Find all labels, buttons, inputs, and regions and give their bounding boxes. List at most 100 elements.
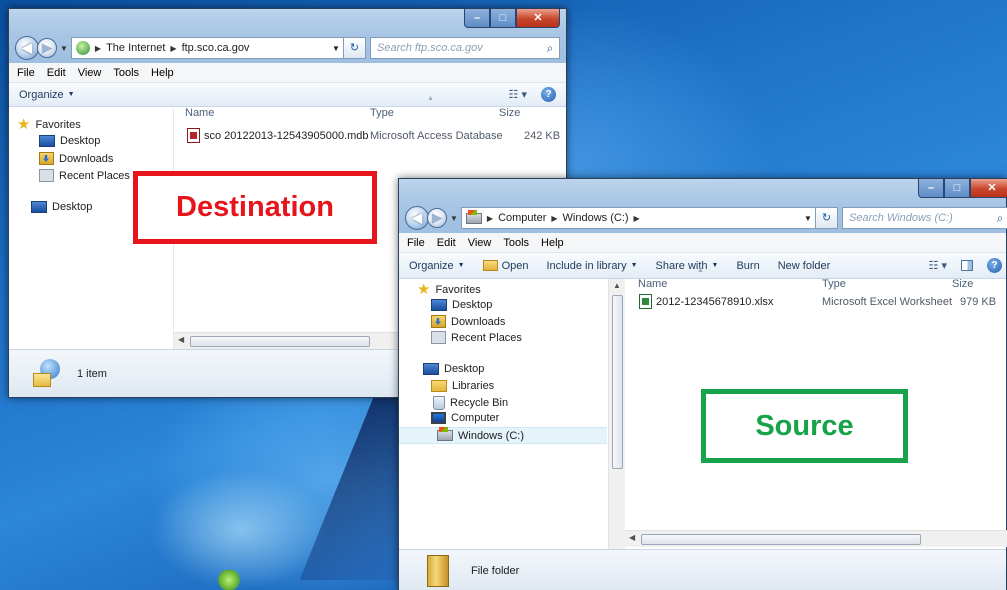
nav-label: Favorites	[435, 284, 481, 296]
maximize-button[interactable]: □	[490, 9, 516, 28]
forward-button[interactable]: ▶	[427, 208, 447, 228]
nav-desktop[interactable]: Desktop	[39, 135, 100, 147]
caption-buttons: – □ ✕	[464, 9, 560, 29]
menu-edit[interactable]: Edit	[47, 67, 66, 79]
horizontal-scrollbar[interactable]: ◀	[625, 530, 1007, 547]
recent-pages-dropdown[interactable]: ▼	[60, 44, 68, 53]
refresh-button[interactable]: ↻	[344, 37, 366, 59]
nav-recent-places[interactable]: Recent Places	[431, 331, 522, 344]
chevron-down-icon: ▼	[457, 262, 465, 269]
scrollbar-thumb[interactable]	[190, 336, 370, 347]
breadcrumb-windows-c[interactable]: Windows (C:)	[563, 212, 629, 224]
star-icon: ★	[417, 281, 431, 298]
nav-desktop[interactable]: Desktop	[431, 299, 492, 311]
preview-pane-icon[interactable]	[961, 260, 973, 271]
change-view-button[interactable]: ☷ ▾	[509, 88, 527, 101]
recent-pages-dropdown[interactable]: ▼	[450, 214, 458, 223]
back-button[interactable]: ◀	[15, 36, 39, 60]
file-size: 979 KB	[960, 296, 997, 308]
navigation-pane: ★ Favorites Desktop Downloads Recent Pla…	[399, 279, 609, 563]
close-button[interactable]: ✕	[516, 9, 560, 28]
computer-icon	[431, 412, 446, 424]
open-button[interactable]: Open	[482, 260, 529, 272]
share-with-button[interactable]: Share with ▼	[656, 260, 719, 272]
nav-desktop-root[interactable]: Desktop	[31, 201, 92, 213]
nav-libraries[interactable]: Libraries	[431, 380, 494, 392]
nav-downloads[interactable]: Downloads	[39, 152, 113, 165]
scrollbar-thumb[interactable]	[641, 534, 921, 545]
nav-downloads[interactable]: Downloads	[431, 315, 505, 328]
menu-tools[interactable]: Tools	[113, 67, 139, 79]
search-box[interactable]: Search ftp.sco.ca.gov ⌕	[370, 37, 560, 59]
scroll-left-icon[interactable]: ◀	[178, 335, 184, 344]
nav-computer[interactable]: Computer	[431, 412, 499, 424]
menu-help[interactable]: Help	[541, 237, 564, 249]
address-bar[interactable]: ▶ Computer ▶ Windows (C:) ▶ ▼	[460, 207, 816, 229]
menu-file[interactable]: File	[17, 67, 35, 79]
close-button[interactable]: ✕	[970, 179, 1007, 198]
include-in-library-label: Include in library	[546, 259, 627, 272]
scroll-up-icon[interactable]: ▲	[613, 281, 621, 290]
organize-button[interactable]: Organize ▼	[409, 260, 465, 272]
file-name: 2012-12345678910.xlsx	[656, 295, 774, 308]
scroll-left-icon[interactable]: ◀	[629, 533, 635, 542]
address-dropdown-icon[interactable]: ▼	[329, 44, 343, 53]
refresh-button[interactable]: ↻	[816, 207, 838, 229]
source-callout: Source	[701, 389, 908, 463]
nav-label: Desktop	[52, 201, 93, 213]
burn-label: Burn	[736, 259, 760, 272]
nav-label: Desktop	[444, 363, 485, 375]
search-icon[interactable]: ⌕	[991, 211, 1007, 226]
help-icon[interactable]: ?	[987, 258, 1002, 273]
minimize-button[interactable]: –	[464, 9, 490, 28]
navigation-pane-scrollbar[interactable]: ▲	[608, 279, 625, 563]
file-name: sco 20122013-12543905000.mdb	[204, 129, 369, 142]
menu-tools[interactable]: Tools	[503, 237, 529, 249]
breadcrumb-the-internet[interactable]: The Internet	[106, 42, 165, 54]
address-dropdown-icon[interactable]: ▼	[801, 214, 815, 223]
new-folder-button[interactable]: New folder	[778, 260, 831, 272]
search-icon[interactable]: ⌕	[541, 41, 559, 56]
breadcrumb-computer[interactable]: Computer	[498, 212, 546, 224]
change-view-button[interactable]: ☷ ▾	[929, 259, 947, 272]
burn-button[interactable]: Burn	[736, 260, 759, 272]
minimize-button[interactable]: –	[918, 179, 944, 198]
file-type: Microsoft Access Database	[370, 130, 503, 142]
scrollbar-thumb[interactable]	[612, 295, 623, 469]
nav-desktop-root[interactable]: Desktop	[423, 363, 484, 375]
menu-edit[interactable]: Edit	[437, 237, 456, 249]
breadcrumb-ftp-site[interactable]: ftp.sco.ca.gov	[182, 42, 250, 54]
command-bar: Organize ▼ Open Include in library ▼ Sha…	[399, 253, 1006, 279]
sort-ascending-icon: ▲	[427, 95, 434, 102]
file-size: 242 KB	[524, 130, 561, 142]
forward-button[interactable]: ▶	[37, 38, 57, 58]
help-icon[interactable]: ?	[541, 87, 556, 102]
file-name-cell[interactable]: 2012-12345678910.xlsx	[639, 294, 773, 309]
column-header-name[interactable]: Name	[638, 278, 667, 290]
column-header-type[interactable]: Type	[822, 278, 846, 290]
desktop-icon	[31, 201, 47, 213]
column-header-size[interactable]: Size	[952, 278, 973, 290]
address-bar[interactable]: ▶ The Internet ▶ ftp.sco.ca.gov ▼	[70, 37, 344, 59]
organize-button[interactable]: Organize ▼	[19, 89, 75, 101]
file-name-cell[interactable]: sco 20122013-12543905000.mdb	[187, 128, 369, 143]
nav-favorites[interactable]: ★ Favorites	[17, 117, 81, 132]
menu-help[interactable]: Help	[151, 67, 174, 79]
column-header-name[interactable]: Name	[185, 107, 214, 119]
nav-windows-c[interactable]: Windows (C:)	[399, 427, 607, 444]
nav-favorites[interactable]: ★ Favorites	[417, 281, 481, 298]
column-header-size[interactable]: Size	[499, 107, 520, 119]
search-box[interactable]: Search Windows (C:) ⌕	[842, 207, 1007, 229]
back-button[interactable]: ◀	[405, 206, 429, 230]
navigation-row: ◀ ▶ ▼ ▶ Computer ▶ Windows (C:) ▶ ▼ ↻ Se…	[405, 205, 1007, 231]
maximize-button[interactable]: □	[944, 179, 970, 198]
downloads-icon	[39, 152, 54, 165]
column-header-type[interactable]: Type	[370, 107, 394, 119]
menu-view[interactable]: View	[468, 237, 492, 249]
nav-label: Downloads	[451, 315, 506, 328]
menu-view[interactable]: View	[78, 67, 102, 79]
include-in-library-button[interactable]: Include in library ▼	[547, 260, 638, 272]
menu-file[interactable]: File	[407, 237, 425, 249]
nav-recycle-bin[interactable]: Recycle Bin	[433, 396, 508, 410]
nav-recent-places[interactable]: Recent Places	[39, 169, 130, 182]
